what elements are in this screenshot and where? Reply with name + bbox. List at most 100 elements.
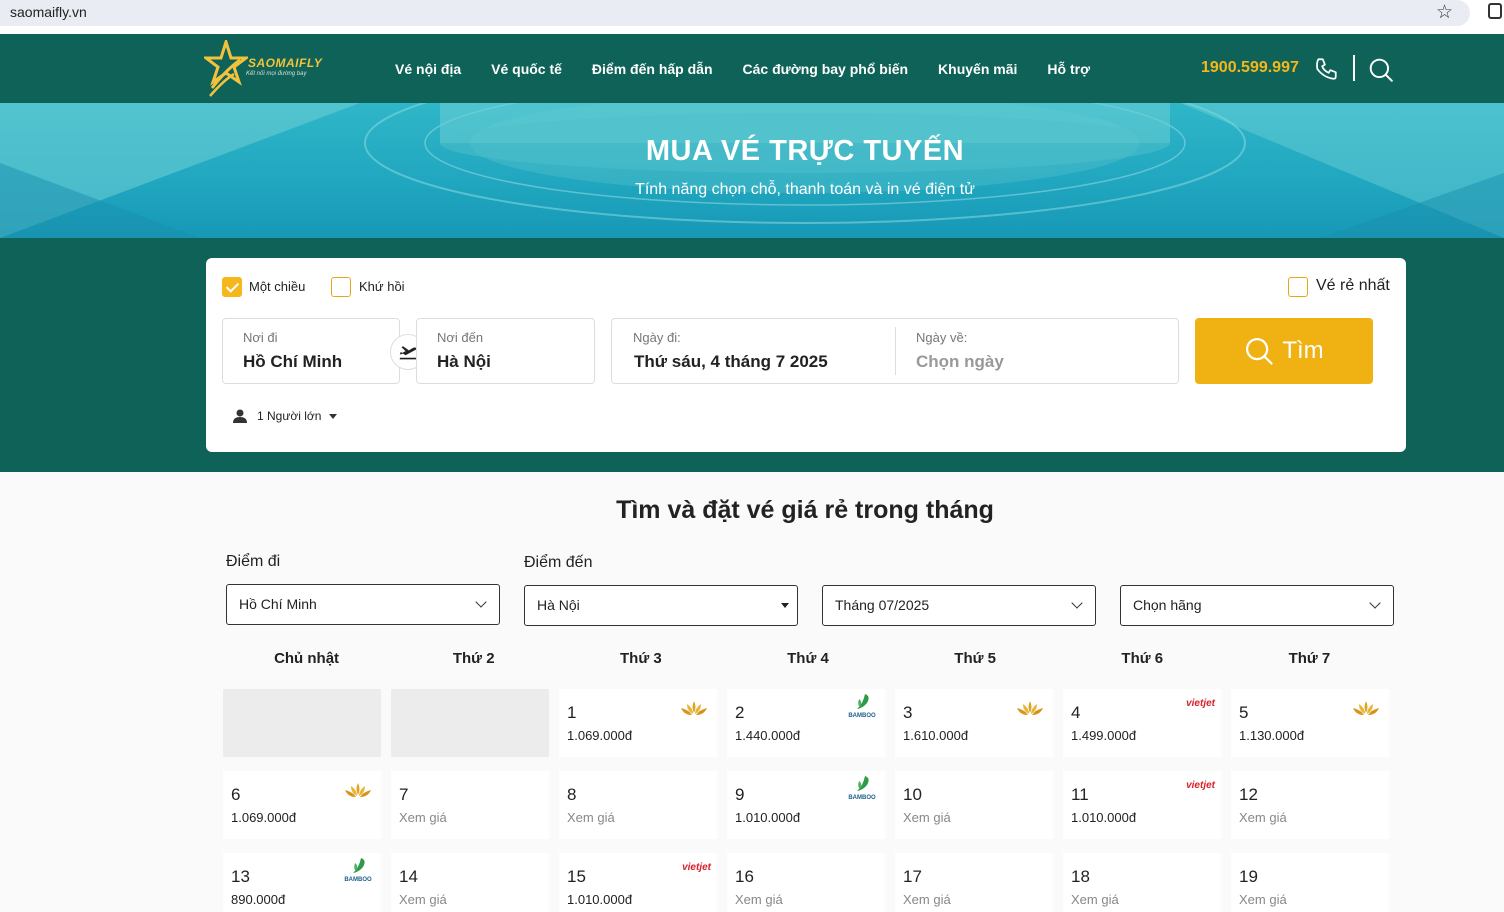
passenger-count: 1 Người lớn bbox=[257, 409, 322, 423]
view-price-link: Xem giá bbox=[1239, 892, 1287, 907]
brand-tagline: Kết nối mọi đường bay bbox=[246, 71, 307, 77]
flight-search-form: Một chiều Khứ hồi Vé rẻ nhất Nơi đi Hồ C… bbox=[206, 258, 1406, 452]
calendar-month-select[interactable]: Tháng 07/2025 bbox=[822, 585, 1096, 626]
date-field: Ngày đi: Thứ sáu, 4 tháng 7 2025 Ngày về… bbox=[611, 318, 1179, 384]
vietnam-airlines-lotus-icon bbox=[681, 701, 707, 715]
one-way-label[interactable]: Một chiều bbox=[249, 279, 305, 294]
url-text: saomaifly.vn bbox=[10, 4, 87, 20]
weekday-thursday: Thứ 5 bbox=[954, 650, 996, 667]
search-flights-button[interactable]: Tìm bbox=[1195, 318, 1373, 384]
phone-icon[interactable] bbox=[1313, 56, 1339, 82]
calendar-day-cell[interactable]: 16 Xem giá bbox=[727, 853, 885, 912]
user-icon bbox=[233, 409, 247, 423]
address-bar[interactable]: saomaifly.vn bbox=[0, 0, 1470, 26]
chevron-down-icon bbox=[1369, 597, 1381, 609]
day-number: 8 bbox=[567, 785, 577, 804]
search-section: Một chiều Khứ hồi Vé rẻ nhất Nơi đi Hồ C… bbox=[0, 238, 1504, 472]
logo[interactable]: SAOMAIFLY Kết nối mọi đường bay bbox=[204, 40, 334, 98]
plane-takeoff-icon bbox=[399, 346, 417, 360]
calendar-title: Tìm và đặt vé giá rẻ trong tháng bbox=[616, 496, 994, 524]
banner-decoration bbox=[0, 103, 1504, 238]
view-price-link: Xem giá bbox=[1071, 892, 1119, 907]
weekday-header: Chủ nhật Thứ 2 Thứ 3 Thứ 4 Thứ 5 Thứ 6 T… bbox=[223, 650, 1393, 667]
day-number: 4 bbox=[1071, 703, 1081, 722]
day-number: 6 bbox=[231, 785, 241, 804]
fare-price: 890.000đ bbox=[231, 892, 286, 907]
banner-title: MUA VÉ TRỰC TUYẾN bbox=[645, 135, 965, 167]
calendar-day-cell[interactable]: 13 890.000đ BAMBOO bbox=[223, 853, 381, 912]
weekday-friday: Thứ 6 bbox=[1121, 650, 1164, 667]
hero-banner: MUA VÉ TRỰC TUYẾN Tính năng chọn chỗ, th… bbox=[0, 103, 1504, 238]
nav-destinations[interactable]: Điểm đến hấp dẫn bbox=[592, 61, 713, 77]
hotline-number[interactable]: 1900.599.997 bbox=[1201, 59, 1299, 77]
brand-name: SAOMAIFLY bbox=[248, 56, 323, 70]
fare-price: 1.010.000đ bbox=[735, 810, 801, 825]
day-number: 10 bbox=[903, 785, 922, 804]
fare-price: 1.610.000đ bbox=[903, 728, 969, 743]
nav-domestic-tickets[interactable]: Vé nội địa bbox=[395, 61, 461, 77]
destination-field[interactable]: Nơi đến Hà Nội bbox=[416, 318, 595, 384]
cheapest-fare-checkbox[interactable] bbox=[1288, 277, 1308, 297]
day-number: 17 bbox=[903, 867, 922, 886]
bookmark-star-icon[interactable]: ☆ bbox=[1436, 1, 1453, 24]
calendar-day-cell[interactable]: 5 1.130.000đ bbox=[1231, 689, 1389, 757]
calendar-day-cell[interactable]: 10 Xem giá bbox=[895, 771, 1053, 839]
calendar-day-cell[interactable]: 6 1.069.000đ bbox=[223, 771, 381, 839]
calendar-day-cell[interactable]: 11 1.010.000đ vietjet bbox=[1063, 771, 1221, 839]
calendar-day-cell[interactable]: 14 Xem giá bbox=[391, 853, 549, 912]
calendar-airline-select[interactable]: Chọn hãng bbox=[1120, 585, 1394, 626]
return-date-placeholder: Chọn ngày bbox=[916, 352, 1004, 371]
round-trip-checkbox[interactable] bbox=[331, 277, 351, 297]
day-number: 12 bbox=[1239, 785, 1258, 804]
search-icon[interactable] bbox=[1368, 57, 1394, 83]
calendar-day-cell[interactable]: 17 Xem giá bbox=[895, 853, 1053, 912]
nav-promotions[interactable]: Khuyến mãi bbox=[938, 61, 1017, 77]
browser-toolbar: saomaifly.vn ☆ bbox=[0, 0, 1504, 34]
destination-label: Nơi đến bbox=[437, 330, 484, 345]
calendar-day-cell[interactable]: 19 Xem giá bbox=[1231, 853, 1389, 912]
calendar-day-cell[interactable]: 4 1.499.000đ vietjet bbox=[1063, 689, 1221, 757]
calendar-day-cell[interactable]: 9 1.010.000đ BAMBOO bbox=[727, 771, 885, 839]
bamboo-logo-text: BAMBOO bbox=[344, 877, 372, 883]
calendar-day-cell[interactable]: 7 Xem giá bbox=[391, 771, 549, 839]
day-number: 13 bbox=[231, 867, 250, 886]
bamboo-logo-text: BAMBOO bbox=[848, 713, 876, 719]
view-price-link: Xem giá bbox=[903, 892, 951, 907]
vietjet-logo-icon: vietjet bbox=[682, 862, 711, 873]
nav-international-tickets[interactable]: Vé quốc tế bbox=[491, 61, 562, 77]
fare-price: 1.010.000đ bbox=[567, 892, 633, 907]
cheapest-fare-label[interactable]: Vé rẻ nhất bbox=[1316, 277, 1390, 295]
calendar-month-value: Tháng 07/2025 bbox=[835, 597, 930, 613]
site-header: SAOMAIFLY Kết nối mọi đường bay Vé nội đ… bbox=[0, 34, 1504, 103]
nav-support[interactable]: Hỗ trợ bbox=[1047, 61, 1090, 77]
round-trip-label[interactable]: Khứ hồi bbox=[359, 279, 405, 294]
calendar-day-cell[interactable]: 12 Xem giá bbox=[1231, 771, 1389, 839]
weekday-monday: Thứ 2 bbox=[452, 650, 495, 667]
bamboo-logo-text: BAMBOO bbox=[848, 795, 876, 801]
return-date-label: Ngày về: bbox=[916, 330, 968, 345]
one-way-checkbox[interactable] bbox=[222, 277, 242, 297]
vietnam-airlines-lotus-icon bbox=[345, 783, 371, 797]
calendar-origin-select[interactable]: Hồ Chí Minh bbox=[226, 584, 500, 625]
bamboo-airways-logo-icon: BAMBOO bbox=[848, 776, 876, 801]
search-icon bbox=[1246, 338, 1273, 365]
nav-popular-routes[interactable]: Các đường bay phổ biến bbox=[743, 61, 909, 77]
weekday-saturday: Thứ 7 bbox=[1288, 650, 1331, 667]
calendar-destination-select[interactable]: Hà Nội bbox=[524, 585, 798, 626]
extension-icon[interactable] bbox=[1488, 3, 1502, 19]
calendar-day-cell[interactable]: 2 1.440.000đ BAMBOO bbox=[727, 689, 885, 757]
calendar-day-cell[interactable]: 3 1.610.000đ bbox=[895, 689, 1053, 757]
calendar-day-cell[interactable]: 1 1.069.000đ bbox=[559, 689, 717, 757]
calendar-day-cell[interactable]: 18 Xem giá bbox=[1063, 853, 1221, 912]
banner-subtitle: Tính năng chọn chỗ, thanh toán và in vé … bbox=[635, 181, 975, 198]
star-logo-icon bbox=[204, 40, 248, 97]
passenger-selector[interactable]: 1 Người lớn bbox=[232, 408, 338, 424]
calendar-cell-empty bbox=[223, 689, 381, 757]
header-separator bbox=[1353, 55, 1355, 81]
calendar-day-cell[interactable]: 8 Xem giá bbox=[559, 771, 717, 839]
return-date-field[interactable]: Ngày về: Chọn ngày bbox=[896, 319, 1178, 383]
origin-field[interactable]: Nơi đi Hồ Chí Minh bbox=[222, 318, 400, 384]
calendar-day-cell[interactable]: 15 1.010.000đ vietjet bbox=[559, 853, 717, 912]
depart-date-field[interactable]: Ngày đi: Thứ sáu, 4 tháng 7 2025 bbox=[612, 319, 895, 383]
origin-value: Hồ Chí Minh bbox=[243, 352, 343, 371]
